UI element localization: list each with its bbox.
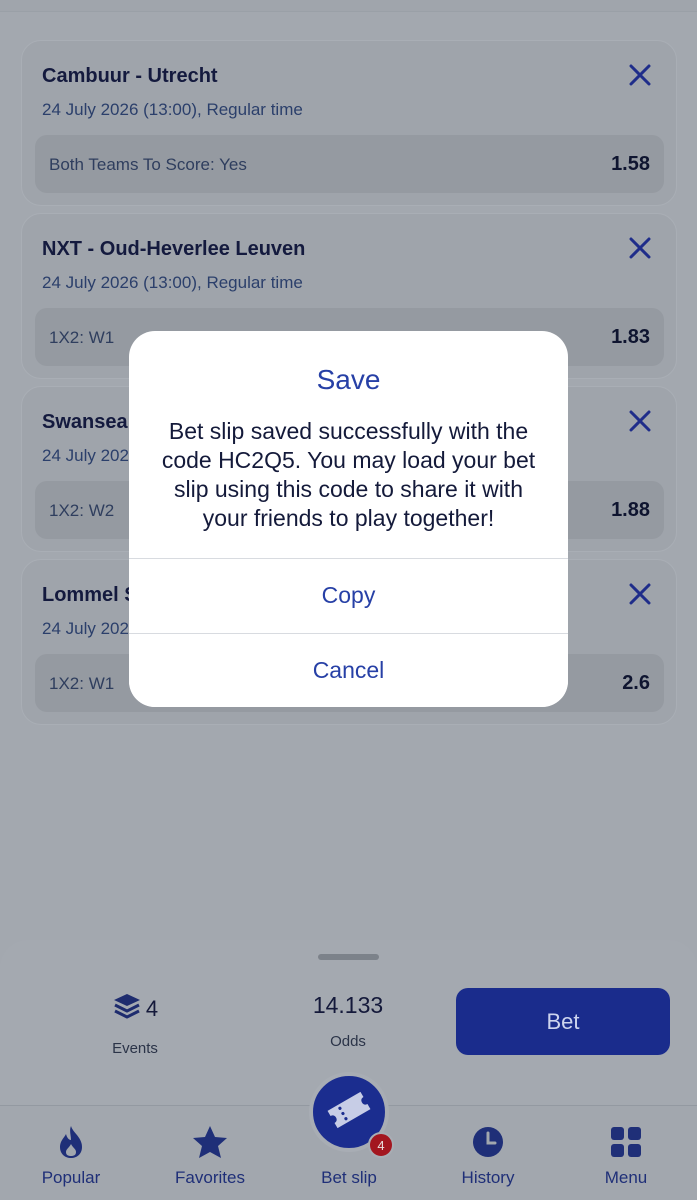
bet-event-date: 24 July 2026 (13:00), Regular time (42, 100, 303, 119)
nav-label: Bet slip (321, 1168, 377, 1187)
events-label: Events (112, 1040, 158, 1057)
bet-event-title: Lommel S (42, 584, 138, 606)
close-icon[interactable] (626, 407, 654, 435)
events-summary: 4 Events (90, 992, 180, 1057)
flame-icon (11, 1122, 131, 1162)
nav-label: Favorites (175, 1168, 245, 1187)
close-icon[interactable] (626, 580, 654, 608)
cancel-button[interactable]: Cancel (129, 633, 568, 707)
nav-label: Menu (604, 1168, 648, 1187)
total-odds: 14.133 (312, 992, 384, 1018)
bet-card: Cambuur - Utrecht 24 July 2026 (13:00), … (21, 40, 677, 206)
dialog-message: Bet slip saved successfully with the cod… (161, 418, 536, 531)
bet-odds: 2.6 (622, 672, 650, 694)
grid-icon (566, 1122, 686, 1162)
bet-event-date: 24 July 202 (42, 446, 129, 465)
close-icon[interactable] (626, 234, 654, 262)
bet-odds: 1.88 (611, 499, 650, 521)
copy-button[interactable]: Copy (129, 558, 568, 632)
odds-summary: 14.133 Odds (290, 992, 406, 1050)
nav-label: Popular (41, 1168, 101, 1187)
nav-label: History (461, 1168, 515, 1187)
ticket-icon (324, 1090, 374, 1135)
top-divider (0, 0, 697, 12)
nav-item-favorites[interactable]: Favorites (150, 1122, 270, 1188)
close-icon[interactable] (626, 61, 654, 89)
bet-event-date: 24 July 202 (42, 619, 129, 638)
bet-event-title: Swansea (42, 411, 128, 433)
bet-market: Both Teams To Score: Yes (49, 155, 247, 174)
betslip-count-badge: 4 (368, 1132, 394, 1158)
bet-market: 1X2: W1 (49, 674, 115, 693)
nav-item-menu[interactable]: Menu (566, 1122, 686, 1188)
bet-event-title: NXT - Oud-Heverlee Leuven (42, 238, 306, 260)
save-dialog: Save Bet slip saved successfully with th… (129, 331, 568, 707)
bet-button[interactable]: Bet (456, 988, 670, 1055)
bet-market: 1X2: W2 (49, 501, 115, 520)
nav-item-popular[interactable]: Popular (11, 1122, 131, 1188)
drag-handle[interactable] (318, 954, 379, 960)
nav-item-history[interactable]: History (428, 1122, 548, 1188)
bet-event-title: Cambuur - Utrecht (42, 65, 218, 87)
bet-odds: 1.83 (611, 326, 650, 348)
odds-label: Odds (330, 1033, 366, 1050)
dialog-title: Save (316, 364, 381, 395)
clock-icon (428, 1122, 548, 1162)
bet-market: 1X2: W1 (49, 328, 115, 347)
bet-odds: 1.58 (611, 153, 650, 175)
star-icon (150, 1122, 270, 1162)
bet-selection: Both Teams To Score: Yes 1.58 (35, 135, 664, 193)
events-count: 4 (145, 996, 159, 1021)
bet-event-date: 24 July 2026 (13:00), Regular time (42, 273, 303, 292)
layers-icon (112, 992, 142, 1026)
